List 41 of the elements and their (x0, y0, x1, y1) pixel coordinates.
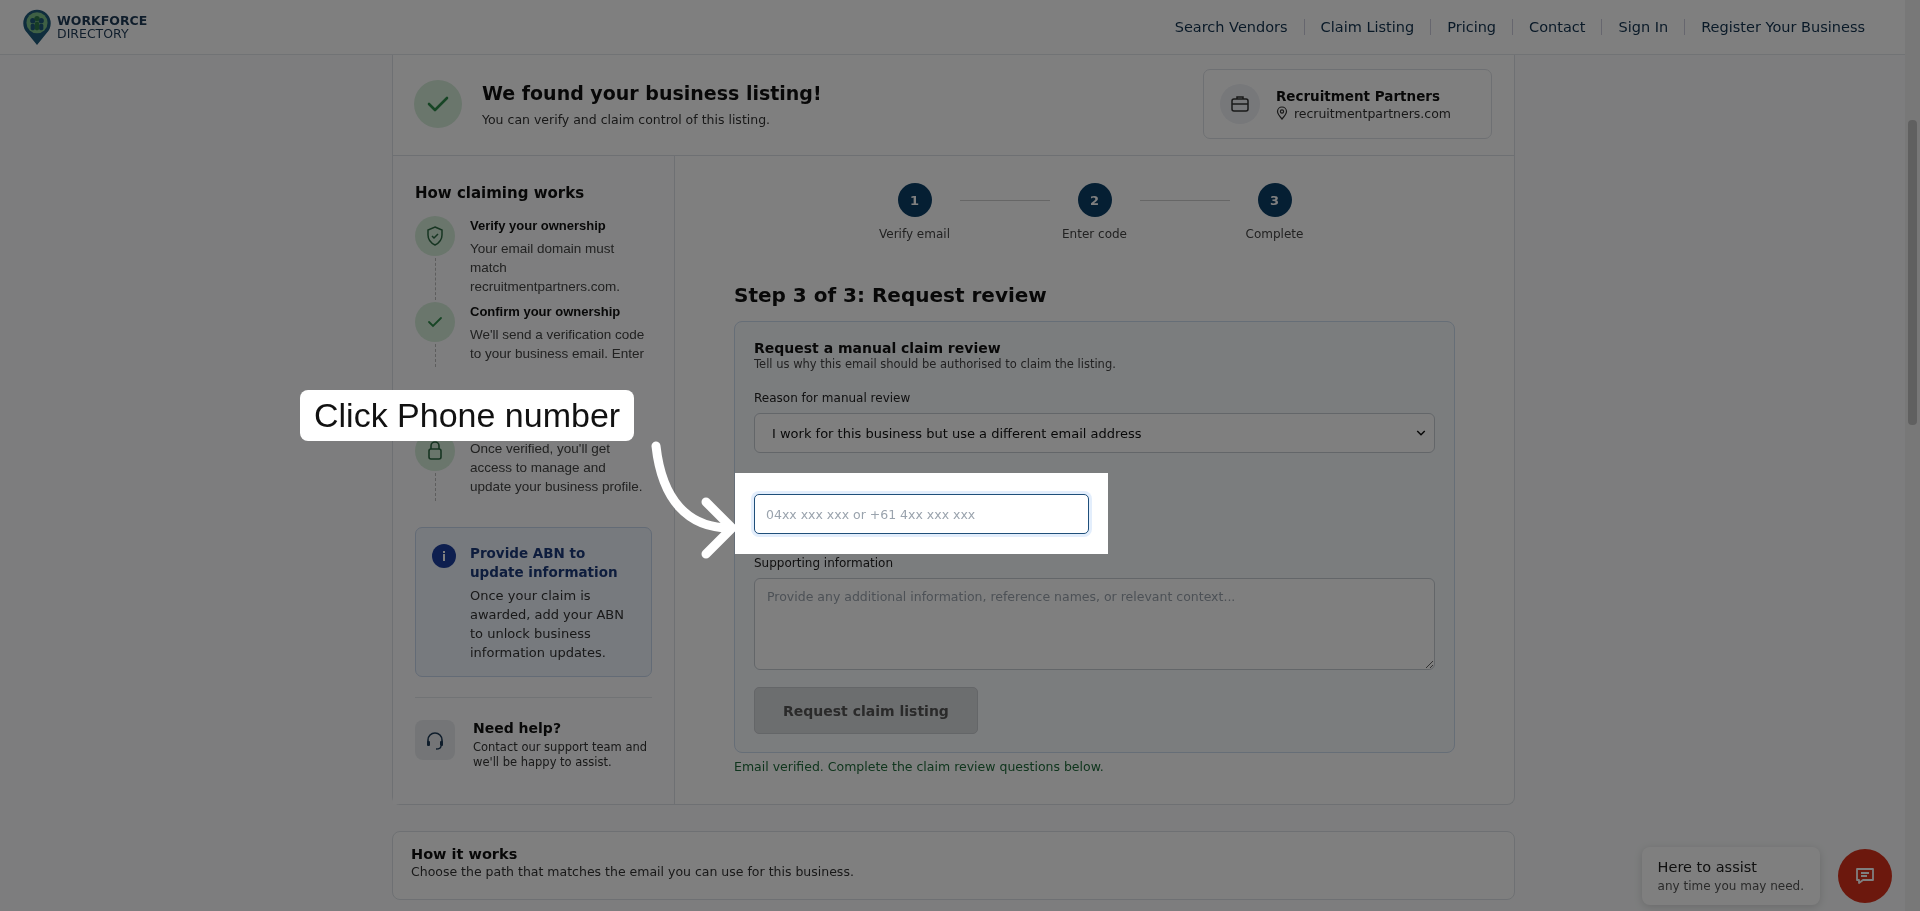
business-name: Recruitment Partners (1275, 87, 1441, 104)
reason-dropdown[interactable]: I work for this business but use a different email address (754, 413, 1435, 453)
notice-title: Provide ABN to update information (470, 544, 619, 582)
step-number: 1 (897, 183, 932, 217)
notice-text: Once your claim is awarded, add your ABN to unlock business information updates. (470, 587, 625, 662)
sidebar-title: How claiming works (415, 184, 586, 202)
field-label: Supporting information (754, 556, 895, 570)
step-label: Enter code (1062, 227, 1127, 241)
business-website: recruitmentpartners.com (1293, 105, 1451, 121)
logo-text: WORKFORCE (57, 14, 148, 27)
form-subtitle: Tell us why this email should be authorised to claim the listing. (754, 357, 1117, 371)
nav-link[interactable]: Contact (1529, 19, 1586, 35)
nav-link[interactable]: Search Vendors (1174, 19, 1288, 35)
found-subtitle: You can verify and claim control of this listing. (482, 111, 772, 127)
field-label: Reason for manual review (754, 391, 912, 405)
step-description: Your email domain must match recruitmentpartners.com. (470, 240, 622, 296)
form-heading: Step 3 of 3: Request review (734, 283, 1048, 307)
step-label: Complete (1245, 227, 1304, 241)
help-text: Contact our support team and we'll be happy to assist. (473, 740, 649, 770)
found-title: We found your business listing! (482, 81, 823, 104)
step-description: We'll send a verification code to your business email. Enter (470, 326, 646, 363)
form-title: Request a manual claim review (754, 340, 1002, 356)
chat-title: Here to assist (1657, 859, 1758, 875)
callout-label: Click Phone number (300, 390, 635, 441)
section-title: How it works (411, 846, 519, 862)
section-text: Choose the path that matches the email you can use for this business. (411, 864, 855, 879)
step-title: Confirm your ownership (470, 303, 622, 321)
logo-subtext: DIRECTORY (57, 27, 130, 40)
nav-link[interactable]: Sign In (1618, 19, 1669, 35)
chat-text: any time you may need. (1657, 879, 1804, 893)
step-title: Verify your ownership (470, 217, 607, 235)
phone-field[interactable]: 04xx xxx xxx or +61 4xx xxx xxx (754, 494, 1089, 534)
nav-link[interactable]: Pricing (1447, 19, 1497, 35)
nav-link[interactable]: Claim Listing (1320, 19, 1415, 35)
step-description: Once verified, you'll get access to manage and update your business profile. (470, 440, 644, 496)
step-number: 2 (1077, 183, 1112, 217)
help-title: Need help? (473, 720, 562, 736)
step-number: 3 (1257, 183, 1292, 217)
nav-link[interactable]: Register Your Business (1701, 19, 1865, 35)
step-label: Verify email (879, 227, 950, 241)
status-message: Email verified. Complete the claim review questions below. (734, 759, 1105, 774)
